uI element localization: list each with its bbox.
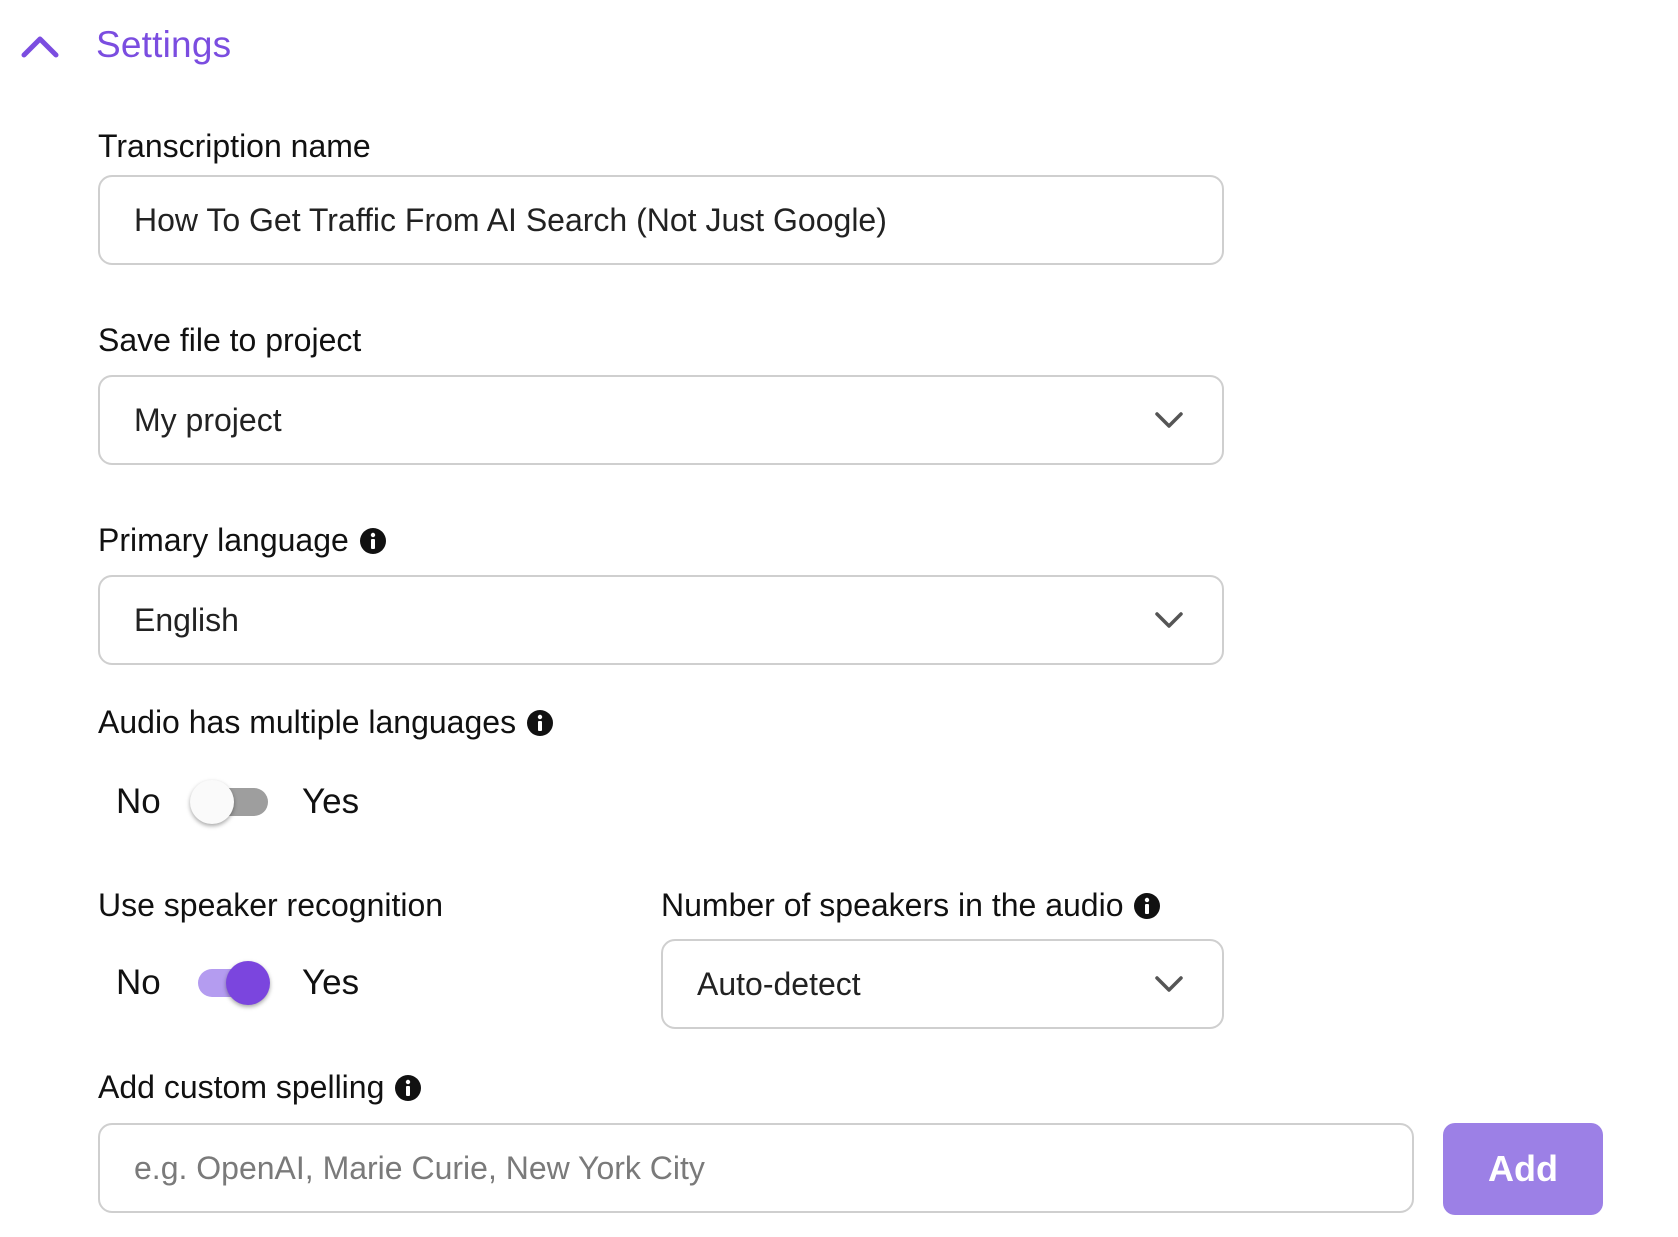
speakers-count-label: Number of speakers in the audio: [661, 887, 1161, 924]
info-icon[interactable]: [526, 709, 554, 737]
primary-language-select[interactable]: English: [98, 575, 1224, 665]
multiple-languages-toggle[interactable]: [190, 777, 270, 827]
chevron-up-icon[interactable]: [20, 25, 60, 65]
custom-spelling-label: Add custom spelling: [98, 1069, 422, 1106]
toggle-knob[interactable]: [190, 780, 234, 824]
toggle-yes-label: Yes: [302, 963, 360, 1002]
custom-spelling-placeholder[interactable]: e.g. OpenAI, Marie Curie, New York City: [134, 1150, 1412, 1187]
transcription-name-input[interactable]: How To Get Traffic From AI Search (Not J…: [98, 175, 1224, 265]
transcription-name-label: Transcription name: [98, 128, 371, 165]
project-label-text: Save file to project: [98, 322, 362, 358]
multiple-languages-label: Audio has multiple languages: [98, 704, 554, 741]
primary-language-selected-value: English: [134, 601, 239, 638]
speaker-recognition-label-text: Use speaker recognition: [98, 887, 444, 923]
project-select[interactable]: My project: [98, 375, 1224, 465]
speakers-count-select[interactable]: Auto-detect: [661, 939, 1224, 1029]
custom-spelling-label-text: Add custom spelling: [98, 1069, 385, 1105]
multiple-languages-label-text: Audio has multiple languages: [98, 704, 517, 740]
info-icon[interactable]: [359, 527, 387, 555]
add-button[interactable]: Add: [1443, 1123, 1603, 1215]
info-icon[interactable]: [394, 1074, 422, 1102]
toggle-no-label: No: [116, 782, 161, 821]
primary-language-label: Primary language: [98, 522, 387, 559]
speakers-count-label-text: Number of speakers in the audio: [661, 887, 1124, 923]
transcription-name-value[interactable]: How To Get Traffic From AI Search (Not J…: [134, 202, 1222, 239]
info-icon[interactable]: [1133, 892, 1161, 920]
project-selected-value: My project: [134, 401, 282, 438]
toggle-no-label: No: [116, 963, 161, 1002]
project-label: Save file to project: [98, 322, 361, 359]
chevron-down-icon[interactable]: [1152, 403, 1186, 437]
settings-title: Settings: [96, 24, 232, 65]
multiple-languages-toggle-row: No Yes: [116, 777, 359, 827]
toggle-yes-label: Yes: [302, 782, 360, 821]
chevron-down-icon[interactable]: [1152, 967, 1186, 1001]
primary-language-label-text: Primary language: [98, 522, 349, 558]
speaker-recognition-toggle[interactable]: [190, 958, 270, 1008]
custom-spelling-input[interactable]: e.g. OpenAI, Marie Curie, New York City: [98, 1123, 1414, 1213]
transcription-name-label-text: Transcription name: [98, 128, 371, 164]
speaker-recognition-toggle-row: No Yes: [116, 958, 359, 1008]
speakers-count-selected-value: Auto-detect: [697, 965, 861, 1002]
speaker-recognition-label: Use speaker recognition: [98, 887, 443, 924]
settings-section-header[interactable]: Settings: [20, 22, 231, 68]
toggle-knob[interactable]: [226, 961, 270, 1005]
chevron-down-icon[interactable]: [1152, 603, 1186, 637]
